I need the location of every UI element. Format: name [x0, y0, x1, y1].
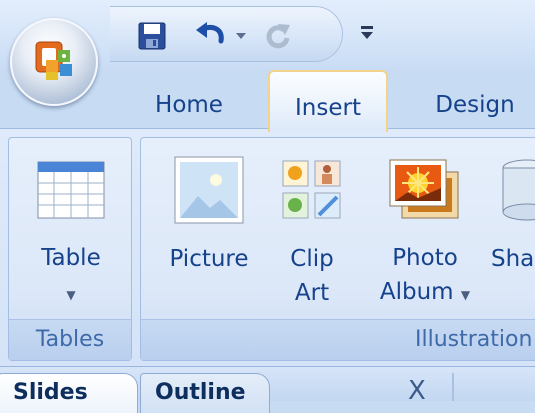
clip-art-icon: [282, 160, 341, 219]
shapes-icon: [502, 159, 535, 221]
chevron-down-icon: ▼: [66, 288, 76, 302]
quick-access-toolbar: [110, 6, 343, 62]
tab-design[interactable]: Design: [420, 82, 530, 128]
chevron-down-icon: ▼: [460, 288, 471, 302]
customize-icon: [361, 26, 373, 39]
tab-outline[interactable]: Outline: [140, 373, 270, 413]
tab-insert[interactable]: Insert: [268, 70, 388, 132]
office-logo-icon: [35, 41, 72, 80]
photo-album-icon: [389, 159, 459, 218]
picture-button-label: Picture: [169, 246, 249, 272]
save-button[interactable]: [134, 19, 170, 53]
shapes-button-label: Sha: [491, 246, 535, 272]
pane-tab-bar: Slides Outline X: [0, 366, 535, 413]
clip-art-button-label: Clip Art: [290, 246, 334, 306]
undo-dropdown-button[interactable]: [232, 19, 250, 53]
picture-icon: [174, 156, 244, 224]
tab-slides[interactable]: Slides: [0, 373, 138, 413]
redo-icon: [266, 24, 290, 49]
table-icon: [37, 161, 105, 218]
group-illustrations: Picture Clip Art Photo Album ▼ Sha Illus…: [140, 137, 535, 361]
clip-art-button[interactable]: Clip Art: [277, 152, 347, 312]
close-icon[interactable]: X: [408, 378, 426, 404]
table-button[interactable]: Table ▼: [25, 152, 117, 312]
photo-album-button[interactable]: Photo Album ▼: [367, 152, 483, 312]
dropdown-arrow-icon: [236, 33, 246, 39]
group-tables: Table ▼ Tables: [8, 137, 132, 361]
table-button-label: Table ▼: [41, 245, 101, 302]
picture-button[interactable]: Picture: [153, 152, 265, 312]
photo-album-button-label: Photo Album ▼: [379, 245, 471, 305]
office-button[interactable]: [10, 18, 98, 106]
tab-home[interactable]: Home: [142, 82, 236, 128]
shapes-button[interactable]: Sha: [491, 152, 535, 312]
pane-divider: [452, 373, 454, 401]
group-label-illustrations: Illustration: [141, 319, 535, 360]
ribbon: Table ▼ Tables Picture Clip Art Photo Al…: [0, 128, 535, 367]
redo-button[interactable]: [260, 19, 296, 53]
undo-button[interactable]: [190, 19, 230, 53]
group-label-tables: Tables: [9, 319, 131, 360]
save-icon: [138, 22, 166, 50]
customize-quick-access-button[interactable]: [356, 20, 378, 44]
undo-icon: [196, 22, 224, 44]
